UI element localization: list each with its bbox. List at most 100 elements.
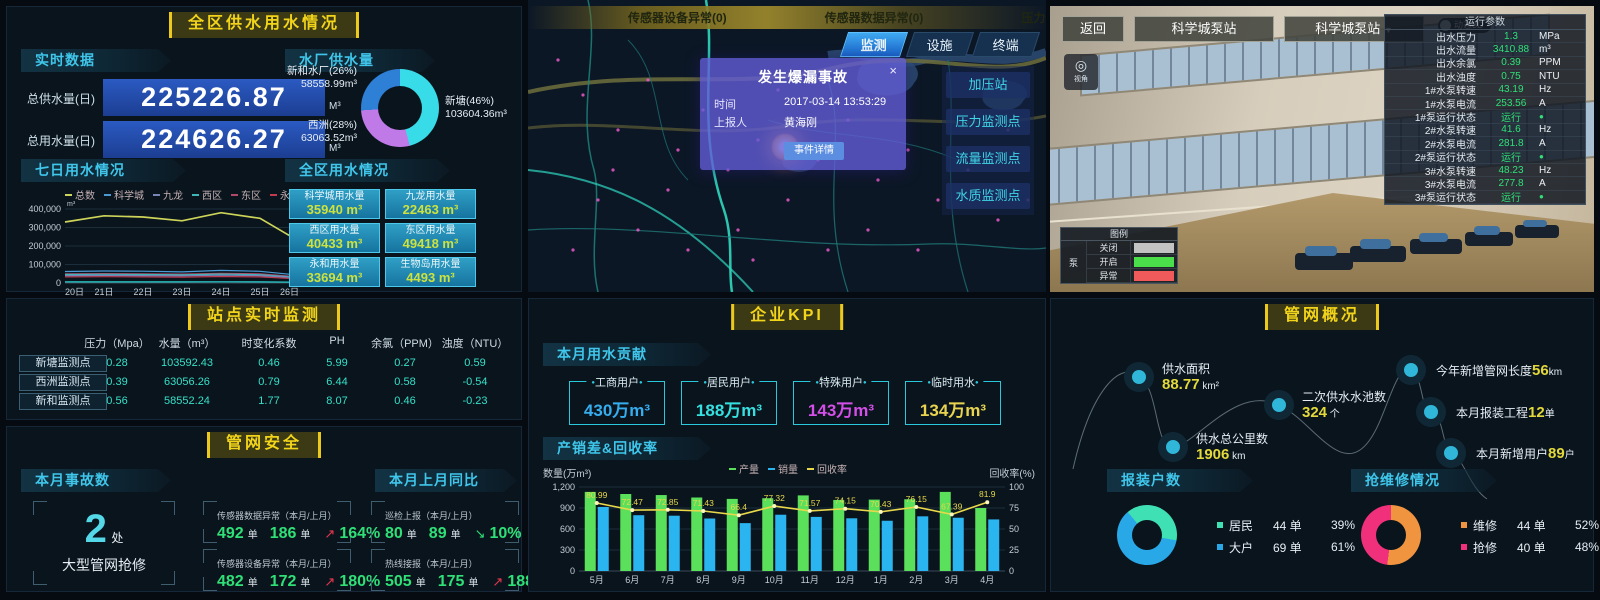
value-number: 324 — [1302, 404, 1327, 421]
pump-legend-label: 异常 — [1087, 269, 1131, 282]
map-tab-终端[interactable]: 终端 — [972, 32, 1040, 57]
incident-detail-button[interactable]: 事件详情 — [784, 142, 844, 160]
pump-unit[interactable] — [1350, 246, 1406, 262]
map-tab-监测[interactable]: 监测 — [840, 32, 908, 57]
param-unit: A — [1539, 98, 1585, 109]
value-unit: km — [1229, 451, 1245, 462]
side-menu-item[interactable]: 水质监测点 — [946, 183, 1030, 209]
param-value: 0.75 — [1483, 71, 1539, 82]
kpi-chart-legend: 产量销量回收率 — [729, 461, 847, 476]
svg-text:300,000: 300,000 — [28, 223, 61, 233]
legend-name: 维修 — [1473, 517, 1517, 534]
column-header: 水量（m³） — [147, 335, 227, 351]
value-number: 1906 — [1196, 446, 1229, 463]
alert-text: 传感器设备异常(0) — [628, 9, 727, 26]
section-seven-day: 七日用水情况 — [21, 159, 186, 182]
side-menu-item[interactable]: 压力监测点 — [946, 109, 1030, 135]
pump-unit[interactable] — [1515, 225, 1559, 238]
panel-pump-3d[interactable]: 返回 科学城泵站 科学城泵站 ▼ 动态3D ◎视角 运行参数 出水压力1.3MP… — [1050, 6, 1594, 292]
district-usage-card: 九龙用水量22463 m³ — [385, 189, 476, 219]
param-value: 运行 — [1483, 109, 1539, 124]
stat-previous: 89 — [429, 525, 447, 543]
trend-arrow-icon: ↗ — [324, 526, 335, 542]
section-sales-recovery: 产销差&回收率 — [543, 437, 711, 460]
district-usage-card: 西区用水量40433 m³ — [289, 223, 380, 253]
svg-text:71.57: 71.57 — [799, 498, 821, 508]
stat-previous: 172 — [270, 573, 297, 591]
plant-slice-label: 新塘(46%)103604.36m³ — [445, 95, 525, 121]
cell-value: 103592.43 — [147, 357, 227, 369]
param-value: 43.19 — [1483, 84, 1539, 95]
param-value: 41.6 — [1483, 124, 1539, 135]
station-select-1[interactable]: 科学城泵站 — [1134, 16, 1274, 42]
pump-legend-label: 开启 — [1087, 255, 1131, 268]
panel-map[interactable]: 传感器设备异常(0)传感器数据异常(0)压力值异常(0) 监测设施终端 加压站压… — [528, 0, 1046, 292]
supply-label: 总供水量(日) — [27, 90, 95, 107]
plant-value: 63063.52m³ — [251, 132, 357, 145]
panel-title: 企业KPI — [731, 304, 843, 330]
stat-unit: 单 — [248, 574, 258, 589]
cell-value: 0.56 — [77, 395, 157, 407]
pump-legend-row: 关闭 — [1087, 241, 1177, 255]
cell-value: -0.23 — [435, 395, 515, 407]
label-text: 本月新增用户 — [1476, 447, 1548, 461]
accidents-box: 2 处 大型管网抢修 — [33, 501, 175, 585]
back-button[interactable]: 返回 — [1062, 16, 1124, 42]
svg-text:3月: 3月 — [945, 575, 959, 585]
param-unit: PPM — [1539, 57, 1585, 68]
column-header: 余氯（PPM） — [365, 335, 445, 351]
trend-arrow-icon: ↗ — [492, 574, 503, 590]
pump-unit[interactable] — [1465, 232, 1513, 246]
overview-node-value: 88.77 km² — [1162, 376, 1219, 393]
stat-unit: 单 — [248, 526, 258, 541]
kpi-card-value: 134万m³ — [906, 396, 1000, 421]
kpi-card-label: 特殊用户 — [810, 374, 871, 390]
side-menu-item[interactable]: 流量监测点 — [946, 146, 1030, 172]
legend-swatch — [192, 194, 199, 196]
safety-stat-box: 传感器数据异常（本月/上月）492单186单↗164% — [203, 501, 351, 543]
map-tab-设施[interactable]: 设施 — [906, 32, 974, 57]
param-unit: Hz — [1539, 124, 1585, 135]
plant-value: 103604.36m³ — [445, 108, 525, 121]
kpi-card: 特殊用户143万m³ — [793, 381, 889, 425]
legend-count: 69 单 — [1273, 539, 1331, 556]
overview-node-dot — [1416, 397, 1446, 427]
plant-value: 58558.99m³ — [249, 78, 357, 91]
column-header: 浊度（NTU） — [435, 335, 515, 351]
svg-text:400,000: 400,000 — [28, 204, 61, 214]
overview-node-label: 今年新增管网长度56km — [1436, 362, 1562, 379]
donut-hole — [1376, 520, 1406, 550]
value-number: 56 — [1532, 362, 1549, 379]
side-menu-item[interactable]: 加压站 — [946, 72, 1030, 98]
donut-legend-row: 大户69 单61% — [1217, 536, 1355, 558]
donut-hole — [378, 86, 422, 130]
legend-swatch — [65, 194, 72, 196]
cell-value: 0.59 — [435, 357, 515, 369]
svg-text:71.43: 71.43 — [693, 498, 715, 508]
close-icon[interactable]: × — [889, 63, 897, 78]
stat-values: 80单89单↘10% — [385, 525, 513, 543]
legend-name: 抢修 — [1473, 539, 1517, 556]
svg-text:100,000: 100,000 — [28, 260, 61, 270]
color-swatch — [1134, 257, 1174, 267]
pump-unit[interactable] — [1295, 253, 1353, 270]
legend-label: 销量 — [778, 461, 798, 476]
stat-values: 492单186单↗164% — [217, 525, 345, 543]
accidents-count: 2 — [85, 507, 107, 551]
run-params-table: 运行参数 出水压力1.3MPa出水流量3410.88m³出水余氯0.39PPM出… — [1384, 14, 1586, 205]
view-angle-button[interactable]: ◎视角 — [1064, 54, 1098, 90]
legend-item: 产量 — [729, 461, 759, 476]
svg-text:12月: 12月 — [836, 575, 855, 585]
param-value: 0.39 — [1483, 57, 1539, 68]
param-label: 3#泵运行状态 — [1385, 189, 1483, 204]
value-number: 12 — [1528, 404, 1545, 421]
svg-text:50: 50 — [1009, 524, 1019, 534]
pump-unit[interactable] — [1410, 239, 1462, 254]
panel-title: 管网安全 — [207, 432, 321, 458]
install-donut — [1117, 505, 1177, 565]
stat-current: 80 — [385, 525, 403, 543]
district-usage-card: 科学城用水量35940 m³ — [289, 189, 380, 219]
label-text: 今年新增管网长度 — [1436, 364, 1532, 378]
pump-legend-label: 关闭 — [1087, 241, 1131, 254]
legend-percent: 39% — [1331, 518, 1355, 532]
